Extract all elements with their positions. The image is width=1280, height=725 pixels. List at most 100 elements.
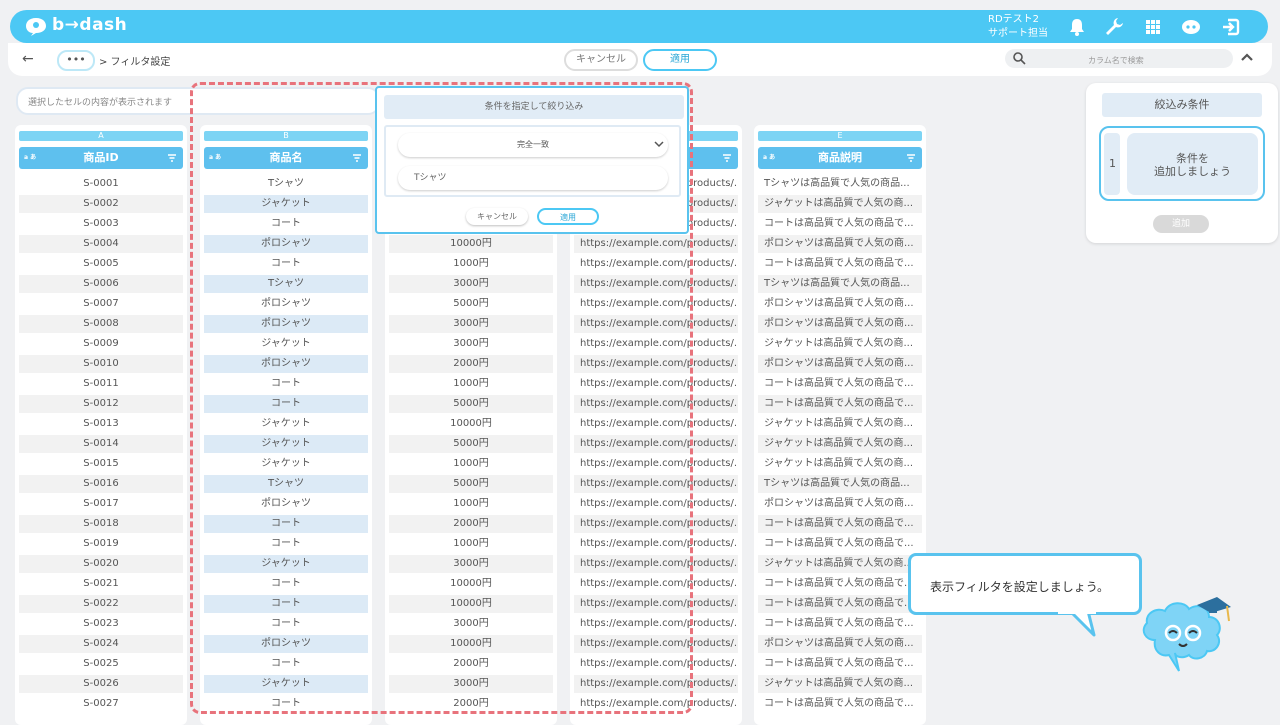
table-cell[interactable]: ポロシャツは高品質で人気の商... <box>758 635 922 653</box>
table-cell[interactable]: コートは高品質で人気の商品で... <box>758 535 922 553</box>
table-cell[interactable]: S-0023 <box>19 615 183 633</box>
table-cell[interactable]: コート <box>204 575 368 593</box>
table-cell[interactable]: ポロシャツは高品質で人気の商... <box>758 315 922 333</box>
table-cell[interactable]: https://example.com/products/... <box>574 655 738 673</box>
table-cell[interactable]: https://example.com/products/... <box>574 395 738 413</box>
table-cell[interactable]: コートは高品質で人気の商品で... <box>758 255 922 273</box>
table-cell[interactable]: ポロシャツ <box>204 355 368 373</box>
table-cell[interactable]: S-0008 <box>19 315 183 333</box>
back-button[interactable]: ← <box>22 51 34 67</box>
table-cell[interactable]: S-0011 <box>19 375 183 393</box>
table-cell[interactable]: ポロシャツは高品質で人気の商... <box>758 495 922 513</box>
table-cell[interactable]: https://example.com/products/... <box>574 555 738 573</box>
table-cell[interactable]: Tシャツ <box>204 275 368 293</box>
table-cell[interactable]: S-0002 <box>19 195 183 213</box>
table-cell[interactable]: ポロシャツは高品質で人気の商... <box>758 295 922 313</box>
table-cell[interactable]: ジャケットは高品質で人気の商... <box>758 675 922 693</box>
brain-icon[interactable] <box>1180 16 1202 38</box>
filter-icon[interactable] <box>722 153 732 163</box>
table-cell[interactable]: ジャケット <box>204 455 368 473</box>
table-cell[interactable]: 5000円 <box>389 395 553 413</box>
table-cell[interactable]: S-0004 <box>19 235 183 253</box>
table-cell[interactable]: 10000円 <box>389 415 553 433</box>
table-cell[interactable]: 3000円 <box>389 675 553 693</box>
filter-icon[interactable] <box>906 153 916 163</box>
table-cell[interactable]: S-0009 <box>19 335 183 353</box>
table-cell[interactable]: https://example.com/products/... <box>574 295 738 313</box>
table-cell[interactable]: https://example.com/products/... <box>574 435 738 453</box>
column-header[interactable]: a あ 商品説明 <box>758 147 922 169</box>
table-cell[interactable]: S-0017 <box>19 495 183 513</box>
popover-apply-button[interactable]: 適用 <box>537 208 599 225</box>
table-cell[interactable]: コート <box>204 515 368 533</box>
table-cell[interactable]: ジャケットは高品質で人気の商... <box>758 415 922 433</box>
user-info[interactable]: RDテスト2 サポート担当 <box>988 13 1048 41</box>
table-cell[interactable]: S-0007 <box>19 295 183 313</box>
table-cell[interactable]: https://example.com/products/... <box>574 495 738 513</box>
column-header[interactable]: a あ 商品ID <box>19 147 183 169</box>
table-cell[interactable]: S-0026 <box>19 675 183 693</box>
table-cell[interactable]: 10000円 <box>389 635 553 653</box>
table-cell[interactable]: S-0025 <box>19 655 183 673</box>
table-cell[interactable]: コート <box>204 215 368 233</box>
table-cell[interactable]: https://example.com/products/... <box>574 255 738 273</box>
table-cell[interactable]: ジャケット <box>204 335 368 353</box>
table-cell[interactable]: S-0027 <box>19 695 183 713</box>
table-cell[interactable]: https://example.com/products/... <box>574 475 738 493</box>
table-cell[interactable]: https://example.com/products/... <box>574 635 738 653</box>
table-cell[interactable]: ポロシャツは高品質で人気の商... <box>758 235 922 253</box>
table-cell[interactable]: https://example.com/products/... <box>574 595 738 613</box>
table-cell[interactable]: S-0024 <box>19 635 183 653</box>
table-cell[interactable]: 2000円 <box>389 655 553 673</box>
table-cell[interactable]: https://example.com/products/... <box>574 695 738 713</box>
table-cell[interactable]: 3000円 <box>389 615 553 633</box>
table-cell[interactable]: https://example.com/products/... <box>574 275 738 293</box>
table-cell[interactable]: 1000円 <box>389 375 553 393</box>
table-cell[interactable]: 10000円 <box>389 575 553 593</box>
table-cell[interactable]: S-0015 <box>19 455 183 473</box>
table-cell[interactable]: コート <box>204 535 368 553</box>
column-header[interactable]: a あ 商品名 <box>204 147 368 169</box>
filter-icon[interactable] <box>352 153 362 163</box>
table-cell[interactable]: S-0019 <box>19 535 183 553</box>
table-cell[interactable]: 1000円 <box>389 495 553 513</box>
table-cell[interactable]: S-0006 <box>19 275 183 293</box>
table-cell[interactable]: https://example.com/products/... <box>574 675 738 693</box>
table-cell[interactable]: Tシャツ <box>204 175 368 193</box>
table-cell[interactable]: ポロシャツは高品質で人気の商... <box>758 355 922 373</box>
table-cell[interactable]: Tシャツは高品質で人気の商品... <box>758 475 922 493</box>
table-cell[interactable]: https://example.com/products/... <box>574 315 738 333</box>
table-cell[interactable]: Tシャツは高品質で人気の商品... <box>758 175 922 193</box>
table-cell[interactable]: コート <box>204 695 368 713</box>
table-cell[interactable]: コートは高品質で人気の商品で... <box>758 655 922 673</box>
table-cell[interactable]: コート <box>204 395 368 413</box>
filter-icon[interactable] <box>167 153 177 163</box>
apply-button[interactable]: 適用 <box>643 49 717 71</box>
table-cell[interactable]: コート <box>204 375 368 393</box>
table-cell[interactable]: ポロシャツ <box>204 235 368 253</box>
table-cell[interactable]: ジャケット <box>204 675 368 693</box>
table-cell[interactable]: S-0014 <box>19 435 183 453</box>
table-cell[interactable]: ジャケット <box>204 435 368 453</box>
table-cell[interactable]: https://example.com/products/... <box>574 355 738 373</box>
table-cell[interactable]: ジャケット <box>204 555 368 573</box>
table-cell[interactable]: 10000円 <box>389 235 553 253</box>
table-cell[interactable]: 5000円 <box>389 435 553 453</box>
table-cell[interactable]: 2000円 <box>389 515 553 533</box>
table-cell[interactable]: ジャケット <box>204 195 368 213</box>
table-cell[interactable]: Tシャツは高品質で人気の商品... <box>758 275 922 293</box>
table-cell[interactable]: コートは高品質で人気の商品で... <box>758 395 922 413</box>
table-cell[interactable]: ポロシャツ <box>204 315 368 333</box>
table-cell[interactable]: コートは高品質で人気の商品で... <box>758 215 922 233</box>
table-cell[interactable]: コート <box>204 595 368 613</box>
table-cell[interactable]: https://example.com/products/... <box>574 515 738 533</box>
table-cell[interactable]: 2000円 <box>389 695 553 713</box>
table-cell[interactable]: https://example.com/products/... <box>574 335 738 353</box>
table-cell[interactable]: コート <box>204 615 368 633</box>
table-cell[interactable]: コート <box>204 255 368 273</box>
table-cell[interactable]: 5000円 <box>389 295 553 313</box>
table-cell[interactable]: 3000円 <box>389 315 553 333</box>
table-cell[interactable]: https://example.com/products/... <box>574 615 738 633</box>
table-cell[interactable]: S-0020 <box>19 555 183 573</box>
table-cell[interactable]: https://example.com/products/... <box>574 415 738 433</box>
